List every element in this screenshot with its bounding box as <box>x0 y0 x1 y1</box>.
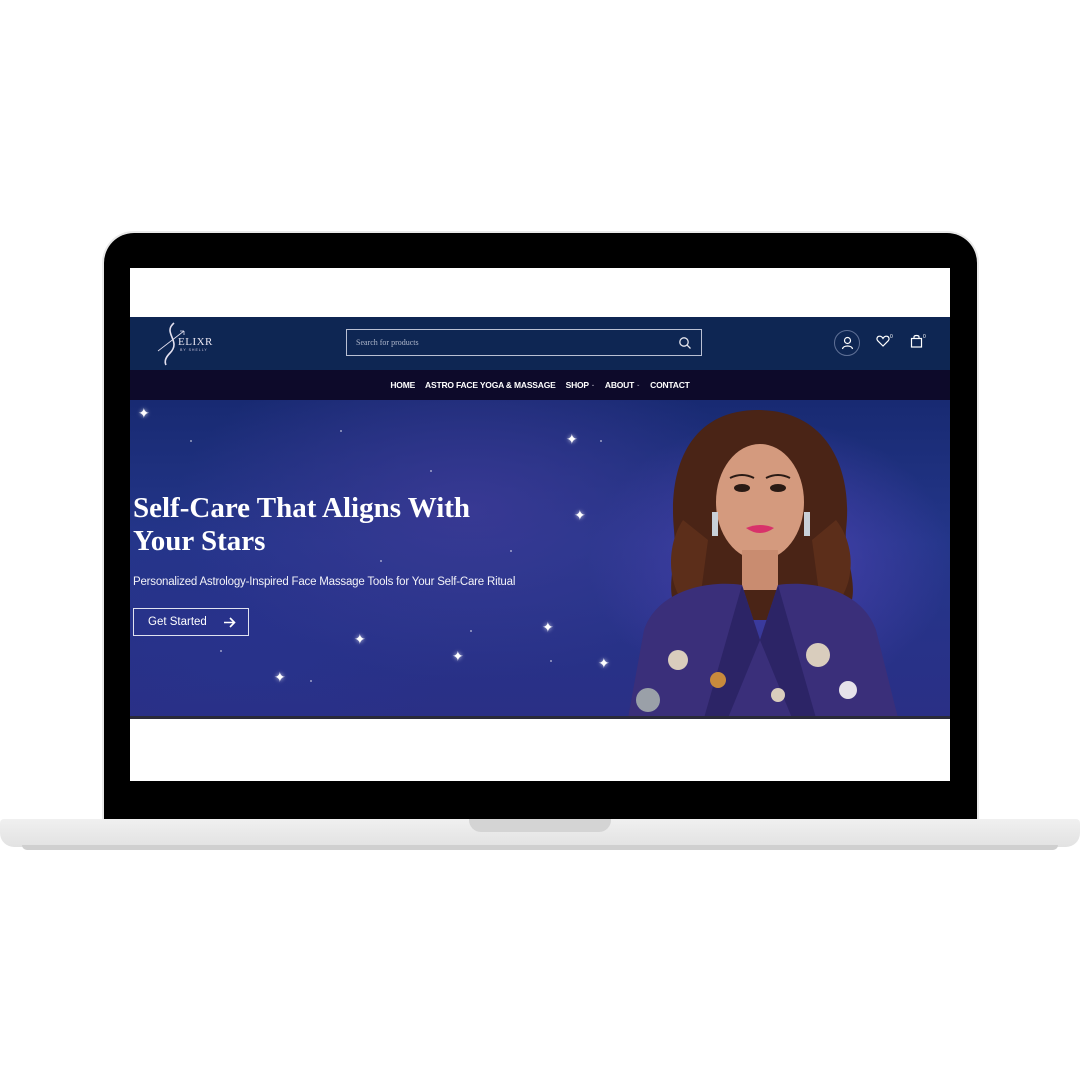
nav-item-astro-face-yoga[interactable]: ASTRO FACE YOGA & MASSAGE <box>425 380 556 390</box>
cart-count: 0 <box>923 334 926 340</box>
sparkle-icon: ✦ <box>574 507 586 523</box>
nav-label: ASTRO FACE YOGA & MASSAGE <box>425 380 556 390</box>
nav-label: ABOUT <box>604 380 635 390</box>
arrow-right-icon <box>223 616 236 628</box>
account-button[interactable] <box>834 330 860 356</box>
star-dot <box>430 470 432 472</box>
model-portrait-image <box>628 410 898 718</box>
laptop-base-shadow <box>22 845 1058 850</box>
star-dot <box>470 630 472 632</box>
cart-button[interactable]: 0 <box>910 330 930 354</box>
nav-label: CONTACT <box>650 380 690 390</box>
site-header: ELIXR BY SHELLY 0 <box>130 317 950 370</box>
user-icon <box>841 336 854 350</box>
chevron-down-icon: ⌄ <box>636 382 641 388</box>
logo-subtext: BY SHELLY <box>180 348 208 352</box>
chevron-down-icon: ⌄ <box>590 382 595 388</box>
main-navigation: HOME ASTRO FACE YOGA & MASSAGE SHOP ⌄ ABO… <box>130 370 950 400</box>
hero-title-line2: Your Stars <box>133 525 266 557</box>
hero-divider <box>130 716 950 719</box>
star-dot <box>380 560 382 562</box>
nav-label: SHOP <box>565 380 589 390</box>
star-dot <box>550 660 552 662</box>
hero-subtitle: Personalized Astrology-Inspired Face Mas… <box>133 576 516 588</box>
laptop-screen: ELIXR BY SHELLY 0 <box>130 268 950 781</box>
nav-item-shop[interactable]: SHOP ⌄ <box>566 380 595 390</box>
sparkle-icon: ✦ <box>452 648 464 664</box>
hero-title-line1: Self-Care That Aligns With <box>133 492 471 524</box>
sparkle-icon: ✦ <box>354 631 366 647</box>
get-started-button[interactable]: Get Started <box>133 608 249 636</box>
nav-item-home[interactable]: HOME <box>390 380 415 390</box>
nav-item-contact[interactable]: CONTACT <box>650 380 690 390</box>
sparkle-icon: ✦ <box>138 405 150 421</box>
search-box <box>346 329 702 356</box>
laptop-notch <box>469 819 611 832</box>
nav-label: HOME <box>390 380 416 390</box>
star-dot <box>190 440 192 442</box>
hero-title: Self-Care That Aligns With Your Stars <box>133 492 553 558</box>
logo-text: ELIXR <box>178 336 213 348</box>
cta-label: Get Started <box>148 616 207 628</box>
shopping-bag-icon <box>910 334 923 348</box>
star-dot <box>340 430 342 432</box>
brand-logo[interactable]: ELIXR BY SHELLY <box>154 317 224 370</box>
search-input[interactable] <box>347 330 667 355</box>
hero-banner: ✦ ✦ ✦ ✦ ✦ ✦ ✦ ✦ Self-Care That Aligns Wi… <box>130 400 950 718</box>
sparkle-icon: ✦ <box>274 669 286 685</box>
wishlist-button[interactable]: 0 <box>876 330 896 354</box>
wishlist-count: 0 <box>890 334 893 340</box>
sparkle-icon: ✦ <box>542 619 554 635</box>
search-icon[interactable] <box>678 336 692 350</box>
star-dot <box>600 440 602 442</box>
star-dot <box>310 680 312 682</box>
nav-item-about[interactable]: ABOUT ⌄ <box>605 380 640 390</box>
heart-icon <box>876 335 890 347</box>
sparkle-icon: ✦ <box>566 431 578 447</box>
star-dot <box>220 650 222 652</box>
